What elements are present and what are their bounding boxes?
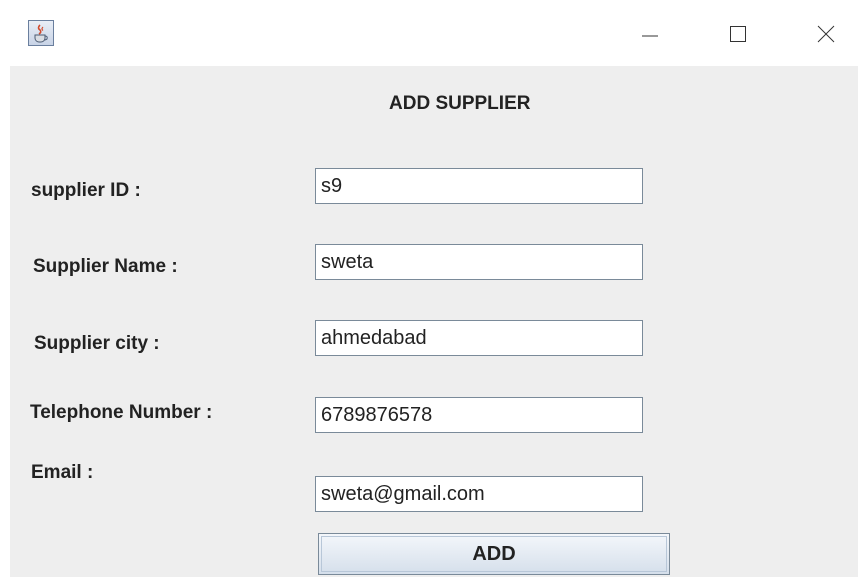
- supplier-name-label: Supplier Name :: [33, 256, 178, 277]
- email-label: Email :: [31, 462, 94, 483]
- title-bar: [0, 0, 858, 66]
- close-icon: [817, 25, 835, 43]
- add-button-focus-border: [321, 536, 667, 572]
- form-heading: ADD SUPPLIER: [389, 93, 531, 114]
- telephone-number-label: Telephone Number :: [30, 402, 213, 423]
- java-cup-icon[interactable]: [28, 20, 54, 46]
- supplier-name-field[interactable]: sweta: [315, 244, 643, 280]
- add-supplier-window: ADD SUPPLIER supplier ID : s9 Supplier N…: [0, 0, 858, 577]
- supplier-city-label: Supplier city :: [34, 333, 160, 354]
- add-button[interactable]: ADD: [318, 533, 670, 575]
- email-field[interactable]: sweta@gmail.com: [315, 476, 643, 512]
- supplier-city-field[interactable]: ahmedabad: [315, 320, 643, 356]
- supplier-id-label: supplier ID :: [31, 180, 141, 201]
- minimize-button[interactable]: [632, 18, 672, 50]
- supplier-id-field[interactable]: s9: [315, 168, 643, 204]
- telephone-number-field[interactable]: 6789876578: [315, 397, 643, 433]
- maximize-button[interactable]: [720, 18, 760, 50]
- close-button[interactable]: [808, 18, 848, 50]
- minimize-icon: [642, 35, 658, 37]
- window-border: [0, 66, 10, 577]
- maximize-icon: [730, 26, 746, 42]
